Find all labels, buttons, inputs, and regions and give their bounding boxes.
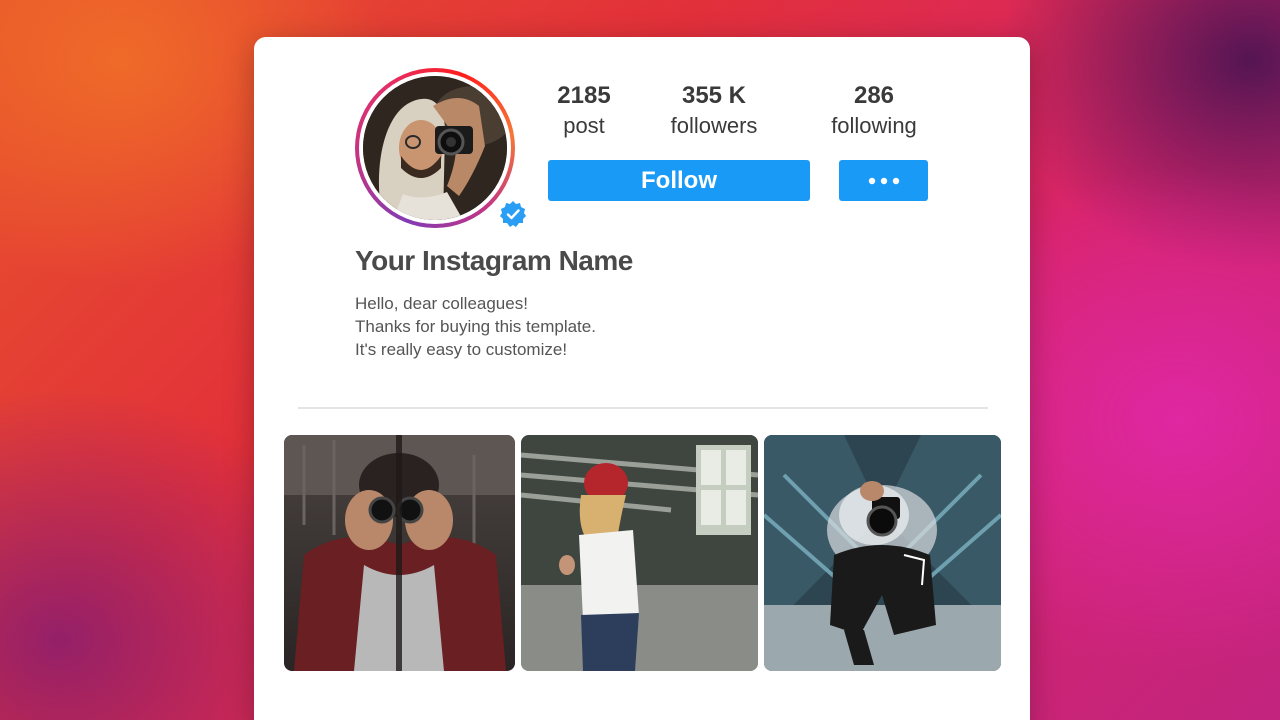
stat-posts-label: post <box>563 113 605 138</box>
stat-following[interactable]: 286 following <box>814 81 934 141</box>
grid-photo-1[interactable] <box>284 435 515 671</box>
stat-followers-label: followers <box>670 113 758 138</box>
profile-bio: Hello, dear colleagues! Thanks for buyin… <box>355 292 596 361</box>
avatar-frame <box>359 72 511 224</box>
avatar[interactable] <box>363 76 507 220</box>
photo-image <box>764 435 1001 671</box>
profile-name: Your Instagram Name <box>355 245 633 276</box>
stat-following-value: 286 <box>853 82 895 109</box>
verified-badge-icon <box>500 201 526 227</box>
section-divider <box>298 407 988 409</box>
stat-posts-value: 2185 <box>557 82 611 109</box>
bio-line: Hello, dear colleagues! <box>355 294 528 313</box>
follow-button[interactable]: Follow <box>548 160 810 201</box>
photo-image <box>284 435 515 671</box>
grid-photo-3[interactable] <box>764 435 1001 671</box>
avatar-photo-image <box>363 76 507 220</box>
stat-posts[interactable]: 2185 post <box>539 81 629 141</box>
avatar-story-ring[interactable] <box>355 68 515 228</box>
more-options-button[interactable] <box>839 160 928 201</box>
stat-following-label: following <box>831 113 917 138</box>
photo-image <box>521 435 758 671</box>
more-dots-icon <box>868 177 899 184</box>
profile-card: 2185 post 355 K followers 286 following … <box>254 37 1030 720</box>
grid-photo-2[interactable] <box>521 435 758 671</box>
stat-followers-value: 355 K <box>681 82 747 109</box>
bio-line: Thanks for buying this template. <box>355 317 596 336</box>
bio-line: It's really easy to customize! <box>355 340 568 359</box>
stat-followers[interactable]: 355 K followers <box>654 81 774 141</box>
